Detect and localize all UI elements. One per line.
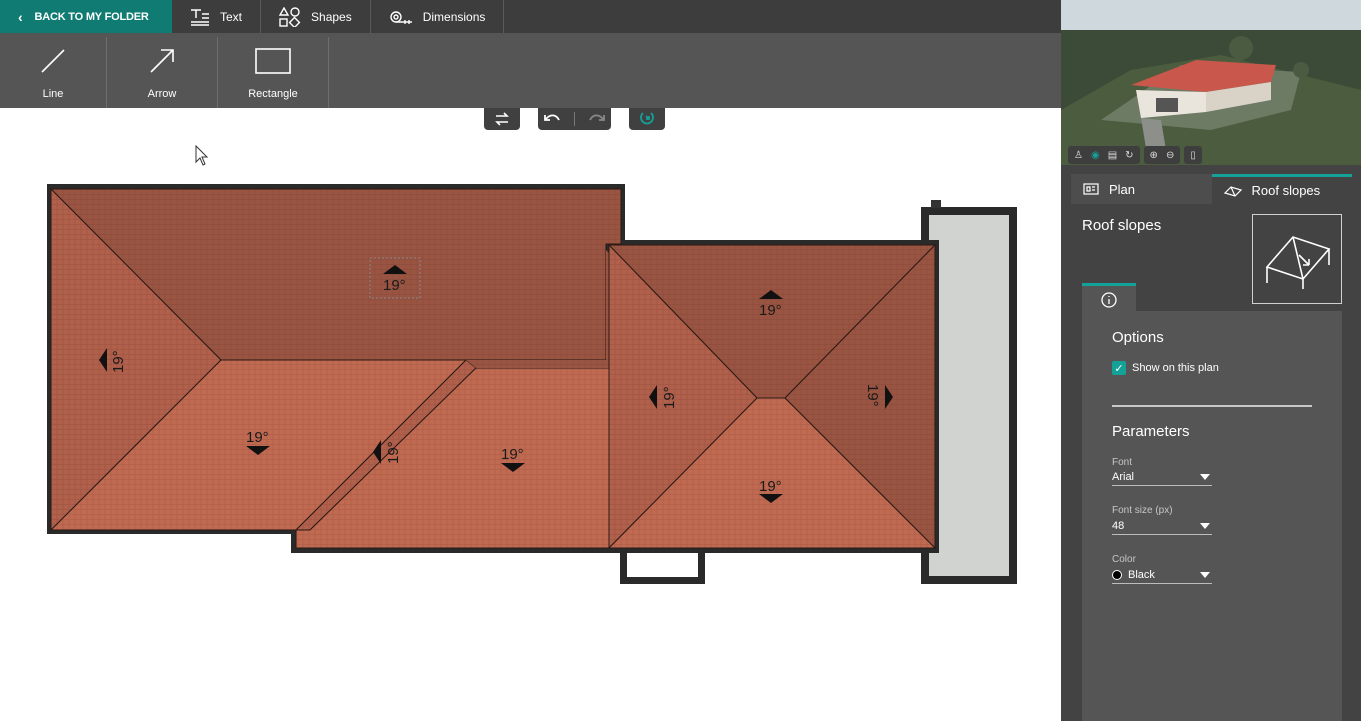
- show-on-plan-row[interactable]: ✓ Show on this plan: [1112, 361, 1219, 375]
- tab-roof-slopes-label: Roof slopes: [1251, 183, 1321, 198]
- font-size-value: 48: [1112, 520, 1125, 532]
- rectangle-icon: [255, 48, 291, 74]
- 3d-preview[interactable]: [1061, 0, 1361, 165]
- tool-arrow[interactable]: Arrow: [107, 37, 218, 108]
- tab-dimensions[interactable]: Dimensions: [371, 0, 505, 33]
- chevron-down-icon: [1200, 474, 1210, 480]
- layers-icon[interactable]: ▤: [1108, 150, 1117, 161]
- roof-plan: 19° 19° 19° 19° 19° 19° 19° 19° 19°: [47, 144, 1017, 584]
- mouse-mode-button[interactable]: ▯: [1184, 146, 1202, 164]
- font-size-select[interactable]: 48: [1112, 518, 1212, 535]
- tab-plan[interactable]: Plan: [1071, 174, 1212, 204]
- dimensions-icon: [390, 10, 412, 24]
- view-toolbar: ♙ ◉ ▤ ↻ ⊕ ⊖ ▯: [1068, 146, 1202, 164]
- line-icon: [41, 49, 65, 73]
- tab-roof-slopes[interactable]: Roof slopes: [1211, 174, 1352, 204]
- chevron-down-icon: [1200, 572, 1210, 578]
- section-title: Roof slopes: [1082, 217, 1162, 234]
- rotate-icon[interactable]: ↻: [1125, 150, 1133, 161]
- drawing-toolbar: Line Arrow Rectangle: [0, 33, 1061, 108]
- roof-slope-thumbnail: [1252, 214, 1342, 304]
- tab-text[interactable]: Text: [172, 0, 262, 33]
- svg-text:19°: 19°: [501, 446, 524, 463]
- zoom-in-icon[interactable]: ⊕: [1150, 150, 1158, 161]
- svg-text:19°: 19°: [383, 277, 406, 294]
- color-label: Color: [1112, 554, 1136, 565]
- arrow-icon: [150, 49, 174, 73]
- annex-floor: [929, 215, 1009, 576]
- tab-text-label: Text: [220, 9, 243, 24]
- tab-plan-label: Plan: [1109, 181, 1136, 197]
- plan-canvas[interactable]: 19° 19° 19° 19° 19° 19° 19° 19° 19°: [0, 108, 1061, 721]
- svg-text:19°: 19°: [864, 384, 881, 407]
- tool-arrow-label: Arrow: [147, 88, 177, 100]
- chevron-down-icon: [1200, 523, 1210, 529]
- tab-dimensions-label: Dimensions: [422, 9, 486, 24]
- svg-text:19°: 19°: [385, 441, 402, 464]
- back-to-folder-button[interactable]: ‹ BACK TO MY FOLDER: [0, 0, 172, 33]
- svg-text:19°: 19°: [759, 478, 782, 495]
- font-select[interactable]: Arial: [1112, 469, 1212, 486]
- show-on-plan-label: Show on this plan: [1132, 362, 1219, 374]
- panel-tabs: Plan Roof slopes: [1071, 174, 1352, 204]
- tab-shapes[interactable]: Shapes: [261, 0, 371, 33]
- mouse-cursor-icon: [195, 144, 209, 166]
- mouse-icon: ▯: [1190, 149, 1196, 161]
- info-tab[interactable]: [1082, 283, 1136, 313]
- chevron-left-icon: ‹: [18, 8, 23, 25]
- parameters-title: Parameters: [1112, 423, 1190, 440]
- properties-panel: Plan Roof slopes Roof slopes Options ✓ S…: [1061, 165, 1361, 721]
- tab-shapes-label: Shapes: [311, 9, 352, 24]
- view-mode-group: ♙ ◉ ▤ ↻: [1068, 146, 1140, 164]
- svg-text:19°: 19°: [661, 386, 678, 409]
- person-icon[interactable]: ♙: [1074, 150, 1083, 161]
- color-select[interactable]: Black: [1112, 567, 1212, 584]
- roof-icon: [1223, 185, 1242, 197]
- tool-rectangle-label: Rectangle: [248, 88, 298, 100]
- top-bar: ‹ BACK TO MY FOLDER Text Shapes Dimensio…: [0, 0, 1061, 33]
- info-icon: [1101, 291, 1117, 308]
- eye-icon[interactable]: ◉: [1091, 150, 1100, 161]
- roof-slope-icon: [1265, 236, 1331, 289]
- color-swatch: [1112, 570, 1122, 581]
- font-size-label: Font size (px): [1112, 505, 1173, 516]
- tool-line-label: Line: [42, 88, 64, 100]
- svg-text:19°: 19°: [759, 302, 782, 319]
- tool-line[interactable]: Line: [0, 37, 107, 108]
- shapes-icon: [279, 6, 301, 27]
- font-value: Arial: [1112, 471, 1135, 483]
- tool-rectangle[interactable]: Rectangle: [218, 37, 329, 108]
- color-value: Black: [1128, 569, 1155, 581]
- font-label: Font: [1112, 457, 1133, 468]
- show-on-plan-checkbox[interactable]: ✓: [1112, 361, 1126, 375]
- zoom-out-icon[interactable]: ⊖: [1166, 150, 1174, 161]
- plan-icon: [1083, 183, 1099, 195]
- svg-text:19°: 19°: [246, 429, 269, 446]
- zoom-group: ⊕ ⊖: [1143, 146, 1181, 164]
- svg-text:19°: 19°: [110, 350, 127, 373]
- options-panel: Options ✓ Show on this plan Parameters F…: [1082, 311, 1342, 721]
- back-label: BACK TO MY FOLDER: [34, 10, 149, 23]
- divider: [1112, 405, 1312, 407]
- text-icon: [191, 8, 209, 26]
- options-title: Options: [1112, 329, 1164, 346]
